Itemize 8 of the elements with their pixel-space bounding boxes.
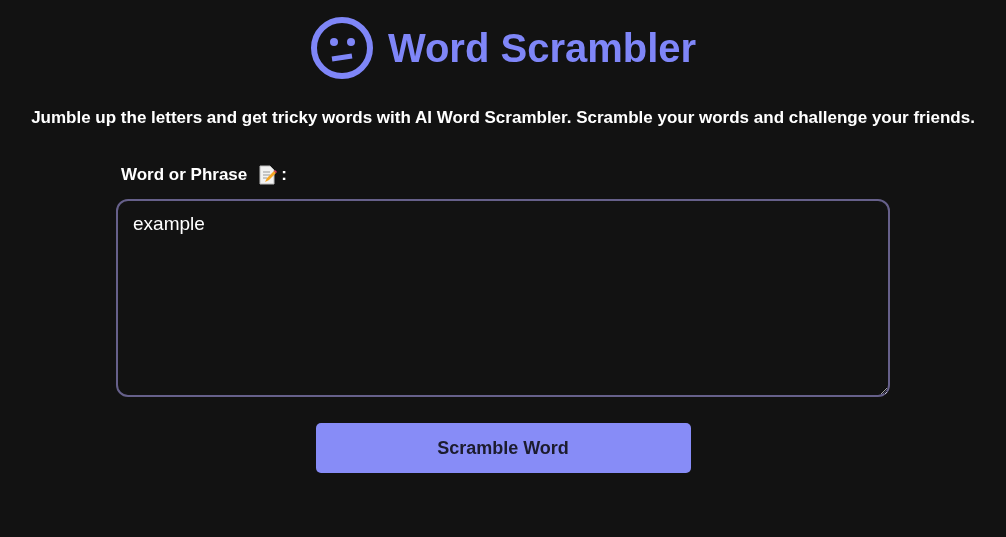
word-input-field[interactable]: example <box>116 199 890 397</box>
field-label: Word or Phrase <box>121 165 248 185</box>
app-title: Word Scrambler <box>387 25 697 72</box>
memo-icon <box>257 165 278 185</box>
scramble-button[interactable]: Scramble Word <box>315 423 691 473</box>
neutral-face-icon <box>309 16 374 80</box>
label-colon: : <box>281 165 287 185</box>
description: Jumble up the letters and get tricky words with AI Word Scrambler. Scramble your words and challenge your friends. <box>30 107 976 129</box>
